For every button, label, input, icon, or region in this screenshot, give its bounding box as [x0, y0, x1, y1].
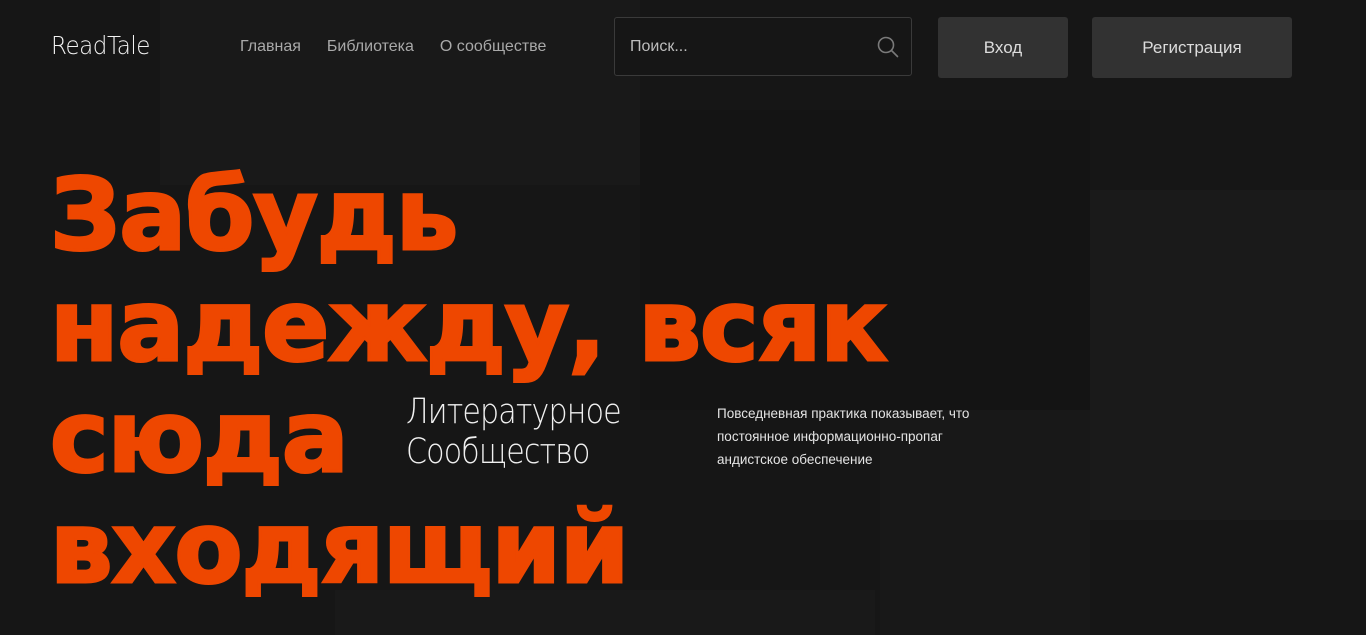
main-nav: Главная Библиотека О сообществе: [240, 38, 546, 56]
background-tile: [1090, 190, 1366, 520]
logo[interactable]: ReadTale: [51, 31, 150, 60]
hero-title-line: Забудь: [48, 158, 459, 273]
hero-description: Повседневная практика показывает, что по…: [717, 402, 1007, 471]
hero-title: Забудь надежду, всяк сюда входящий: [48, 158, 888, 606]
nav-item-library[interactable]: Библиотека: [327, 38, 414, 56]
hero-title-line: входящий: [48, 491, 630, 606]
nav-item-home[interactable]: Главная: [240, 38, 301, 56]
hero-description-line: андистское обеспечение: [717, 452, 873, 467]
login-button[interactable]: Вход: [938, 17, 1068, 78]
hero-subtitle-line: Литературное: [406, 392, 622, 432]
nav-item-about[interactable]: О сообществе: [440, 38, 546, 56]
hero-description-line: постоянное информационно-пропаг: [717, 429, 943, 444]
site-header: ReadTale Главная Библиотека О сообществе…: [0, 0, 1366, 96]
register-button[interactable]: Регистрация: [1092, 17, 1292, 78]
hero-title-line: надежду, всяк: [48, 269, 888, 384]
search-input[interactable]: [630, 18, 860, 75]
hero-description-line: Повседневная практика показывает, что: [717, 406, 970, 421]
search-box: [614, 17, 912, 76]
hero-subtitle: Литературное Сообщество: [406, 392, 622, 472]
hero-subtitle-line: Сообщество: [406, 432, 590, 472]
search-icon[interactable]: [877, 36, 899, 58]
